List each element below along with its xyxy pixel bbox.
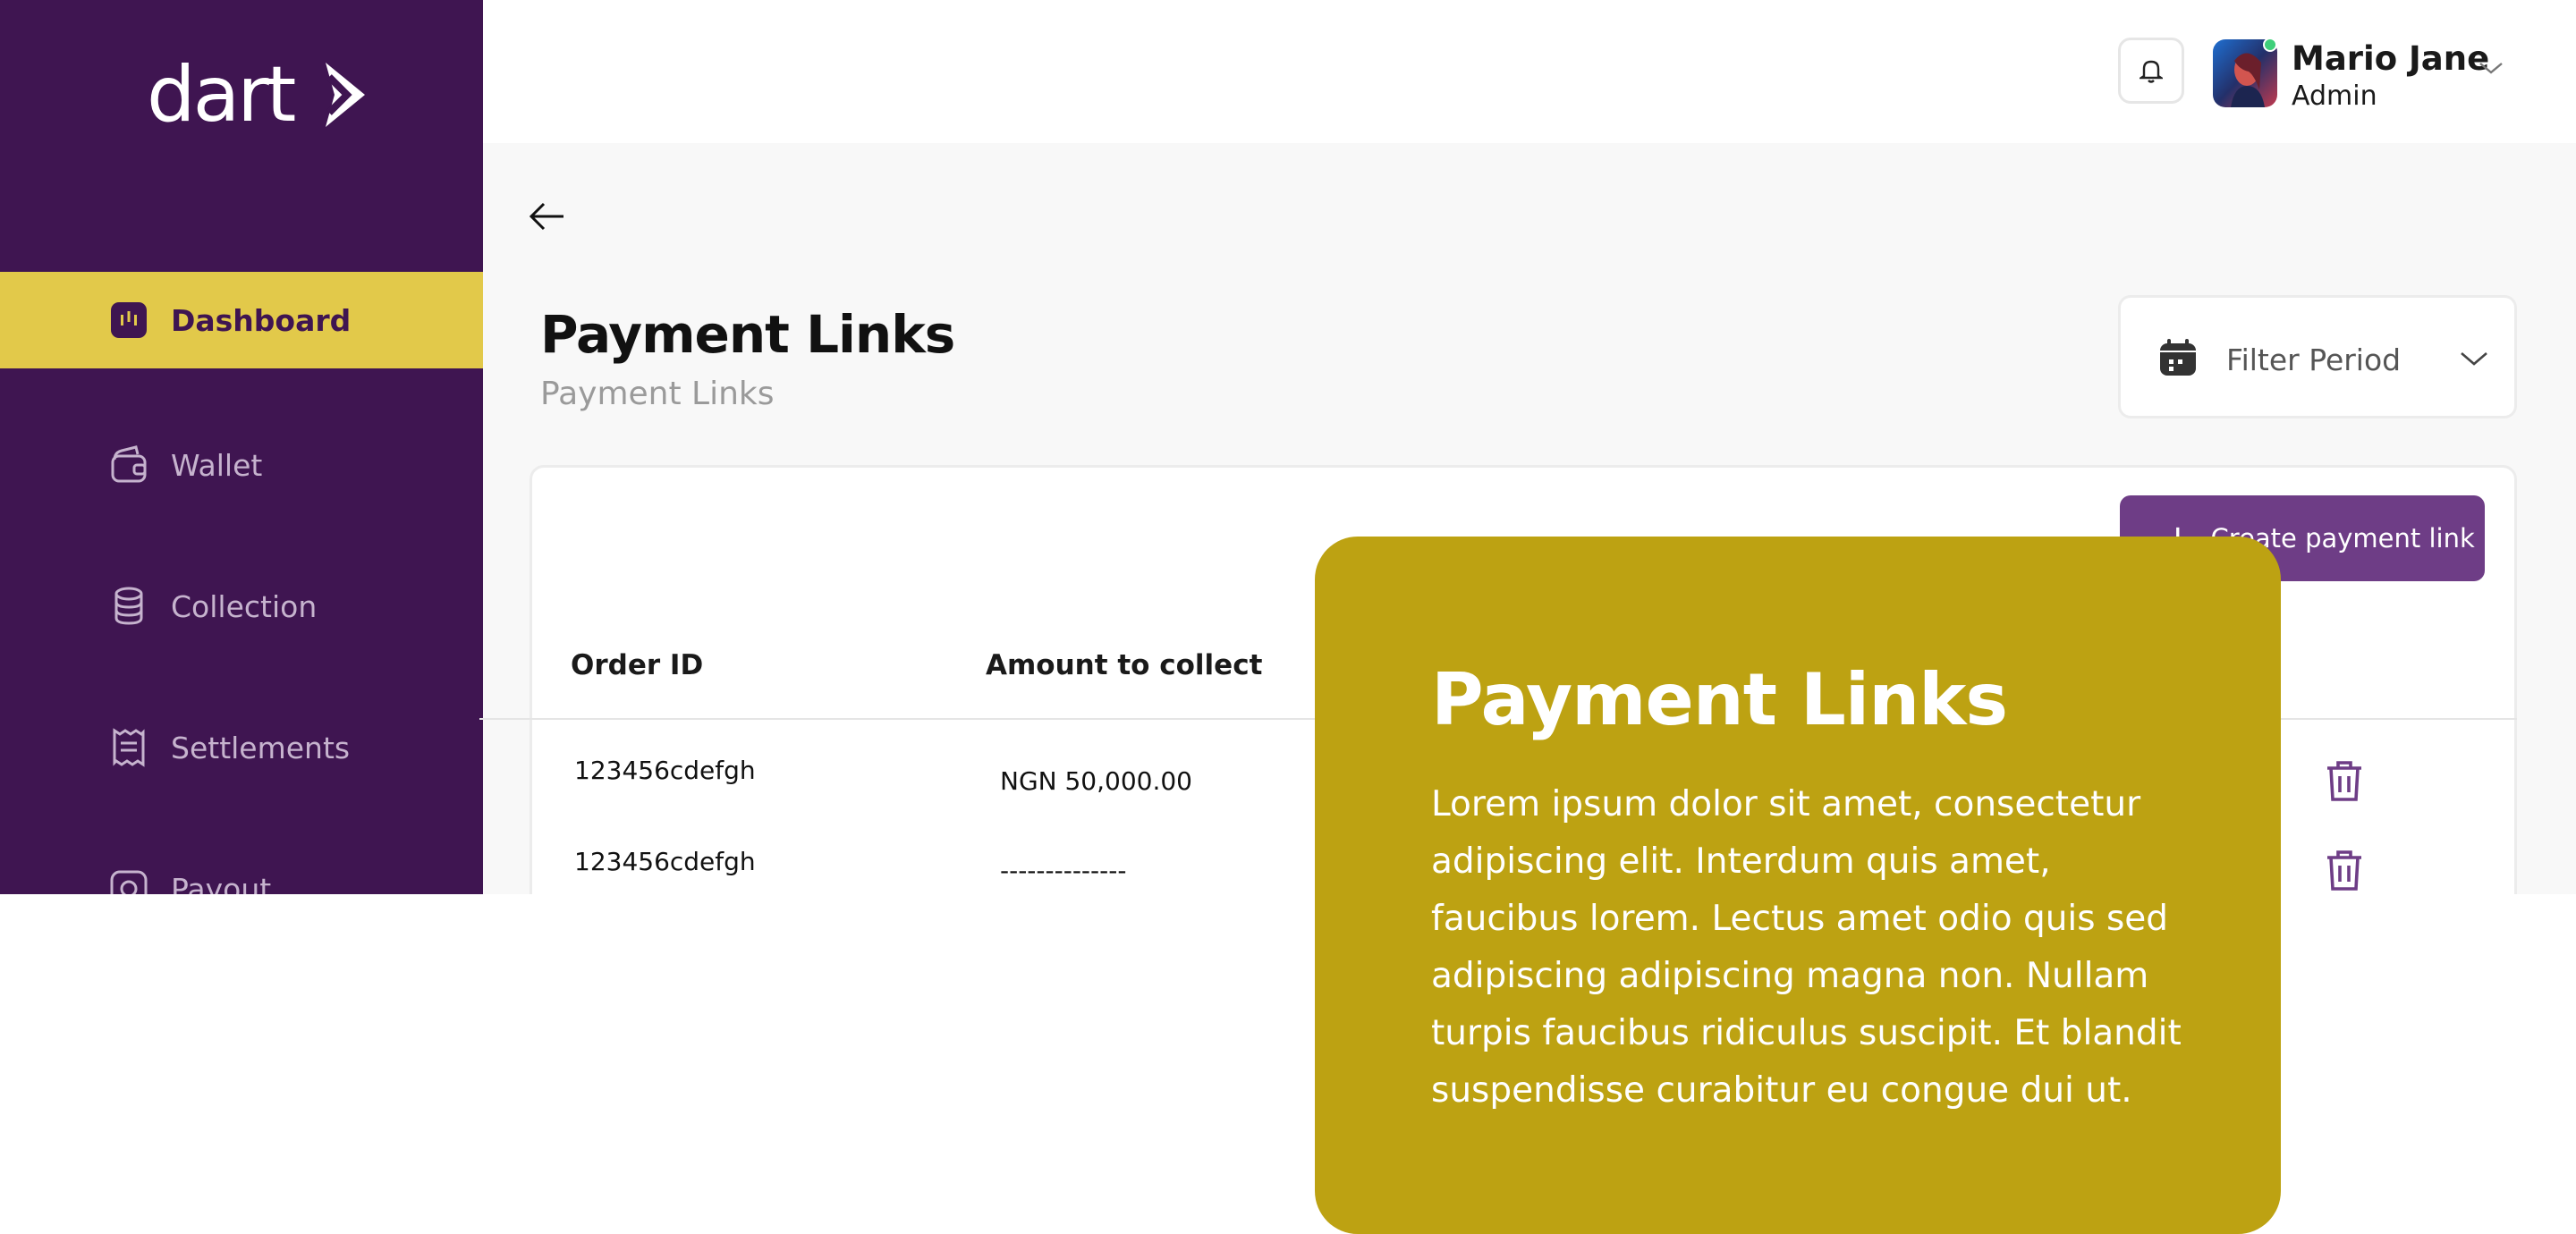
receipt-icon xyxy=(109,728,148,767)
user-role: Admin xyxy=(2292,80,2377,112)
user-name[interactable]: Mario Jane xyxy=(2292,39,2489,78)
page-title: Payment Links xyxy=(540,304,955,365)
camera-icon xyxy=(109,869,148,894)
back-arrow-icon[interactable] xyxy=(528,199,567,234)
sidebar-item-label: Collection xyxy=(171,588,318,624)
sidebar-item-settlements[interactable]: Settlements xyxy=(0,699,483,796)
dart-logo[interactable]: dart xyxy=(143,50,376,139)
delete-icon[interactable] xyxy=(2326,760,2363,803)
sidebar-item-wallet[interactable]: Wallet xyxy=(0,417,483,513)
sidebar-item-label: Dashboard xyxy=(171,302,352,338)
sidebar: dart Dashboard Wallet Collection Settlem… xyxy=(0,0,483,894)
dashboard-icon xyxy=(109,300,148,340)
sidebar-item-payout[interactable]: Payout xyxy=(0,841,483,894)
delete-icon[interactable] xyxy=(2326,849,2363,892)
tooltip-title: Payment Links xyxy=(1431,658,2008,741)
sidebar-item-label: Payout xyxy=(171,871,272,895)
calendar-icon xyxy=(2160,339,2196,376)
bell-icon xyxy=(2140,60,2163,83)
amount-cell: NGN 50,000.00 xyxy=(1000,766,1192,796)
onboarding-tooltip-card: Payment Links Lorem ipsum dolor sit amet… xyxy=(1315,537,2281,1234)
notifications-button[interactable] xyxy=(2118,38,2184,104)
sidebar-item-dashboard[interactable]: Dashboard xyxy=(0,272,483,368)
sidebar-item-collection[interactable]: Collection xyxy=(0,558,483,655)
page-subtitle: Payment Links xyxy=(540,376,775,412)
filter-period-dropdown[interactable]: Filter Period xyxy=(2118,295,2517,418)
tooltip-body: Lorem ipsum dolor sit amet, consectetur … xyxy=(1431,784,2182,1111)
chevron-down-icon xyxy=(2461,352,2487,366)
sidebar-item-label: Settlements xyxy=(171,730,351,765)
coins-icon xyxy=(109,587,148,626)
order-id-cell: 123456cdefgh xyxy=(574,756,756,785)
avatar[interactable] xyxy=(2213,38,2277,107)
svg-text:dart: dart xyxy=(147,54,295,134)
wallet-icon xyxy=(109,445,148,485)
filter-period-label: Filter Period xyxy=(2226,342,2402,377)
amount-cell: -------------- xyxy=(1000,856,1127,885)
sidebar-item-label: Wallet xyxy=(171,447,263,483)
topbar: Mario Jane Admin xyxy=(483,0,2576,143)
chevron-down-icon[interactable] xyxy=(2478,59,2504,77)
order-id-cell: 123456cdefgh xyxy=(574,847,756,876)
column-header-amount[interactable]: Amount to collect xyxy=(986,649,1262,681)
column-header-order-id[interactable]: Order ID xyxy=(571,649,703,681)
